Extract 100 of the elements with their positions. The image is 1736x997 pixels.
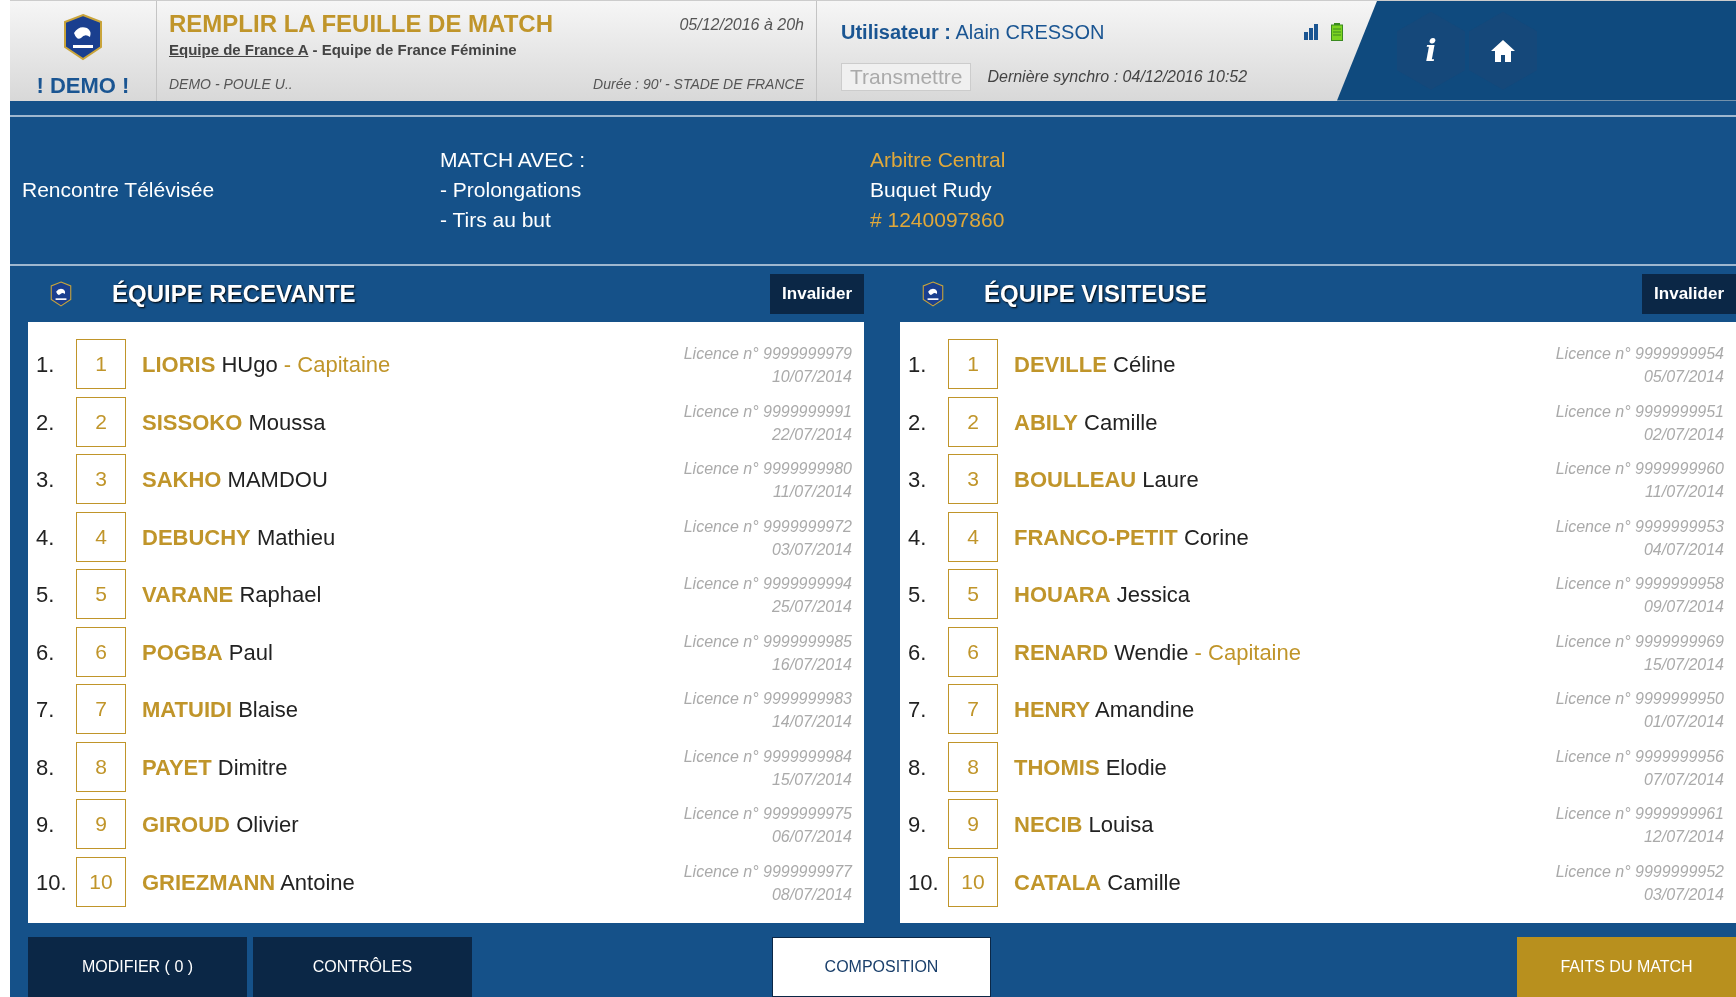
player-name: SISSOKO Moussa	[142, 408, 326, 437]
licence-number: Licence n° 9999999951	[1555, 401, 1724, 422]
broadcast-text: Rencontre Télévisée	[21, 177, 216, 204]
referee-name: Buquet Rudy	[870, 177, 993, 204]
player-index: 9.	[35, 811, 56, 839]
match-with-label: MATCH AVEC :	[440, 147, 587, 174]
licence-date: 16/07/2014	[771, 654, 852, 675]
battery-icon	[1331, 23, 1343, 41]
nav-button[interactable]: CONTRÔLES	[253, 937, 472, 997]
licence-number: Licence n° 9999999983	[683, 689, 852, 709]
match-option: - Tirs au but	[440, 205, 870, 236]
match-date: 05/12/2016 à 20h	[679, 15, 804, 35]
player-index: 5.	[907, 581, 928, 609]
match-option: - Prolongations	[440, 175, 870, 206]
shirt-number: 2	[76, 396, 126, 447]
player-index: 4.	[907, 523, 928, 552]
licence-date: 10/07/2014	[771, 367, 852, 387]
nav-button[interactable]: MODIFIER ( 0 )	[28, 937, 247, 997]
player-name: SAKHO MAMDOU	[142, 466, 328, 494]
licence-number: Licence n° 9999999980	[683, 459, 852, 479]
signal-icon	[1303, 24, 1319, 40]
licence-date: 08/07/2014	[771, 884, 852, 905]
last-sync: Dernière synchro : 04/12/2016 10:52	[987, 67, 1248, 88]
shirt-number: 10	[948, 856, 998, 907]
licence-date: 09/07/2014	[1643, 597, 1724, 617]
player-name: NECIB Louisa	[1014, 811, 1154, 839]
player-name: GRIEZMANN Antoine	[142, 868, 355, 897]
player-index: 8.	[35, 753, 56, 782]
shirt-number: 8	[948, 741, 998, 792]
shirt-number: 10	[76, 856, 126, 907]
shirt-number: 9	[76, 799, 126, 849]
invalidate-button[interactable]: Invalider	[1642, 274, 1736, 314]
page-title: REMPLIR LA FEUILLE DE MATCH	[169, 9, 553, 39]
player-index: 3.	[35, 466, 56, 494]
player-index: 9.	[907, 811, 928, 839]
player-index: 4.	[35, 523, 56, 552]
demo-label: ! DEMO !	[36, 74, 130, 97]
licence-date: 12/07/2014	[1643, 827, 1724, 847]
licence-number: Licence n° 9999999961	[1555, 804, 1724, 824]
licence-number: Licence n° 9999999958	[1555, 574, 1724, 594]
shirt-number: 4	[76, 511, 126, 562]
licence-number: Licence n° 9999999952	[1555, 861, 1724, 882]
nav-button[interactable]: COMPOSITION	[772, 937, 991, 997]
shirt-number: 7	[76, 684, 126, 734]
licence-date: 25/07/2014	[771, 597, 852, 617]
player-name: PAYET Dimitre	[142, 753, 288, 782]
licence-date: 01/07/2014	[1643, 712, 1724, 732]
licence-number: Licence n° 9999999969	[1555, 631, 1724, 652]
player-name: THOMIS Elodie	[1014, 753, 1167, 782]
licence-number: Licence n° 9999999994	[683, 574, 852, 594]
player-name: DEBUCHY Mathieu	[142, 523, 336, 552]
player-name: HOUARA Jessica	[1014, 581, 1191, 609]
referee-id: # 1240097860	[870, 207, 1006, 234]
info-button[interactable]: i	[1397, 11, 1465, 90]
shirt-number: 6	[948, 626, 998, 677]
player-name: MATUIDI Blaise	[142, 696, 299, 724]
referee-role: Arbitre Central	[870, 147, 1006, 174]
crest-icon	[63, 13, 103, 61]
teams-text: - Equipe de France Féminine	[312, 40, 517, 60]
licence-date: 02/07/2014	[1643, 424, 1724, 445]
team-link[interactable]: Equipe de France A	[169, 39, 309, 62]
licence-date: 11/07/2014	[773, 482, 852, 502]
player-index: 3.	[907, 466, 928, 494]
shirt-number: 5	[948, 569, 998, 619]
player-index: 1.	[907, 351, 928, 379]
player-name: RENARD Wendie - Capitaine	[1014, 638, 1301, 667]
shirt-number: 7	[948, 684, 998, 734]
team-title: ÉQUIPE RECEVANTE	[112, 279, 356, 309]
licence-number: Licence n° 9999999953	[1555, 516, 1724, 537]
licence-date: 11/07/2014	[1645, 482, 1724, 502]
player-name: GIROUD Olivier	[142, 811, 299, 839]
licence-number: Licence n° 9999999984	[683, 746, 852, 767]
shirt-number: 1	[948, 339, 998, 389]
player-index: 10.	[35, 868, 68, 897]
licence-number: Licence n° 9999999954	[1555, 344, 1724, 364]
player-name: ABILY Camille	[1014, 408, 1158, 437]
player-index: 7.	[35, 696, 56, 724]
licence-date: 05/07/2014	[1643, 367, 1724, 387]
shirt-number: 3	[76, 454, 126, 504]
licence-date: 04/07/2014	[1643, 539, 1724, 560]
player-index: 10.	[907, 868, 940, 897]
licence-date: 22/07/2014	[771, 424, 852, 445]
licence-number: Licence n° 9999999975	[683, 804, 852, 824]
invalidate-button[interactable]: Invalider	[770, 274, 864, 314]
shirt-number: 1	[76, 339, 126, 389]
shirt-number: 6	[76, 626, 126, 677]
crest-icon	[922, 281, 944, 307]
shirt-number: 2	[948, 396, 998, 447]
player-index: 8.	[907, 753, 928, 782]
licence-date: 14/07/2014	[771, 712, 852, 732]
player-name: POGBA Paul	[142, 638, 273, 667]
shirt-number: 5	[76, 569, 126, 619]
licence-number: Licence n° 9999999977	[683, 861, 852, 882]
player-index: 5.	[35, 581, 56, 609]
player-index: 1.	[35, 351, 56, 379]
licence-date: 07/07/2014	[1643, 769, 1724, 790]
licence-number: Licence n° 9999999991	[683, 401, 852, 422]
crest-icon	[50, 281, 72, 307]
player-name: LIORIS HUgo - Capitaine	[142, 351, 391, 379]
shirt-number: 3	[948, 454, 998, 504]
